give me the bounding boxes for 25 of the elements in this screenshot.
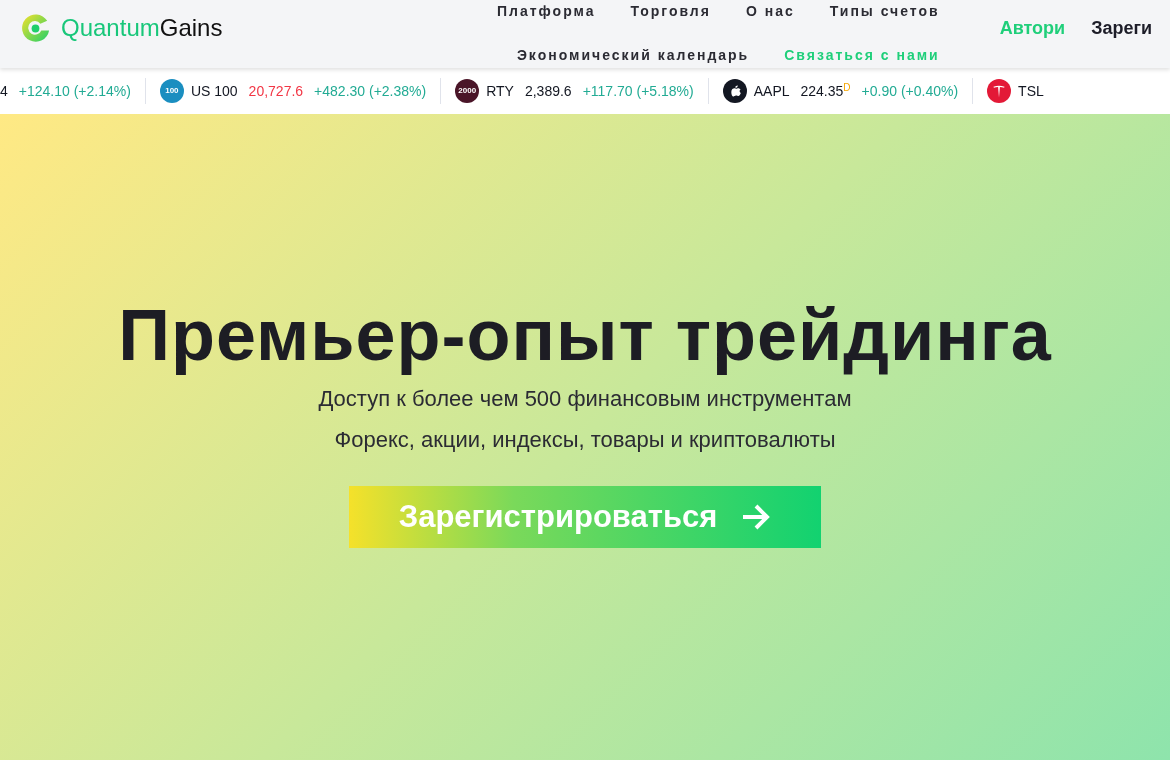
nav-link[interactable]: Платформа	[496, 1, 596, 23]
nav-link[interactable]: О нас	[745, 1, 795, 23]
index-badge: 2000	[455, 79, 480, 103]
ticker-price: 4	[0, 81, 8, 101]
ticker-change: +482.30 (+2.38%)	[314, 81, 427, 101]
ticker-change: +124.10 (+2.14%)	[18, 81, 131, 101]
nav-link[interactable]: Экономический календарь	[516, 45, 750, 67]
ticker-symbol[interactable]: AAPL	[753, 80, 790, 102]
ticker-symbol[interactable]: RTY	[486, 80, 514, 102]
hero-subtitle: Доступ к более чем 500 финансовым инструментам	[318, 385, 852, 414]
nav-link[interactable]: Типы счетов	[829, 1, 940, 23]
ticker-change: +0.90 (+0.40%)	[861, 81, 959, 101]
ticker-symbol[interactable]: TSL	[1018, 80, 1044, 102]
hero-title: Премьер-опыт трейдинга	[118, 294, 1052, 377]
register-link[interactable]: Зареги	[1091, 14, 1152, 42]
arrow-right-icon	[741, 503, 772, 532]
index-badge: 100	[159, 79, 184, 103]
nav-link[interactable]: Торговля	[630, 1, 711, 23]
ticker-price: 224.35$^{D}$	[800, 80, 851, 101]
ticker-price: 2,389.6	[524, 81, 572, 101]
ticker-change: +117.70 (+5.18%)	[582, 81, 694, 101]
ticker-symbol[interactable]: US 100	[190, 80, 238, 102]
ticker-price: 20,727.6	[248, 81, 304, 101]
hero-subtitle: Форекс, акции, индексы, товары и криптовалюты	[334, 426, 836, 455]
logo-text[interactable]: QuantumGains	[61, 10, 223, 46]
